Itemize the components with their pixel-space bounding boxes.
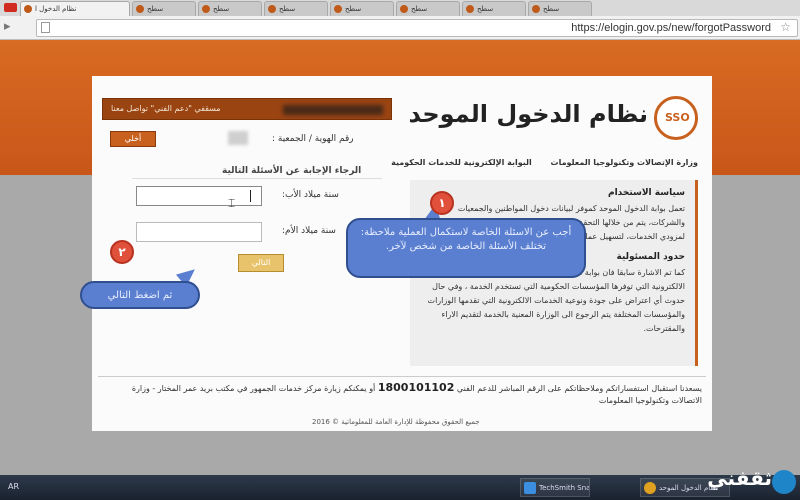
taskbar-item-snagit[interactable]: TechSmith Snagit [520, 478, 590, 497]
address-bar-area: ▸ https://elogin.gov.ps/new/forgotPasswo… [0, 16, 800, 40]
next-button[interactable]: التالي [238, 254, 284, 272]
tab[interactable]: سطح [330, 1, 394, 16]
ibeam-cursor-icon: ⌶ [228, 196, 236, 210]
favicon-icon [400, 5, 408, 13]
father-birth-year-input[interactable] [136, 186, 262, 206]
callout-next-step: ثم اضغط التالي [80, 281, 200, 309]
tab[interactable]: سطح [528, 1, 592, 16]
youtube-icon[interactable] [4, 3, 17, 12]
support-bar[interactable]: مسقفي "دعم الفني" تواصل معنا [102, 98, 392, 120]
watermark-logo: ثقفني [707, 466, 772, 490]
tab-label: سطح [345, 5, 362, 13]
logo-text: SSO [665, 111, 690, 124]
tab-label: سطح [543, 5, 560, 13]
id-action-button[interactable]: أخلي [110, 131, 156, 147]
favicon-icon [334, 5, 342, 13]
language-indicator[interactable]: AR [8, 482, 19, 491]
nav-link-ministry[interactable]: وزارة الإتصالات وتكنولوجيا المعلومات [551, 158, 698, 167]
taskbar-item-label: TechSmith Snagit [539, 484, 590, 492]
taskbar: AR TechSmith Snagit نظام الدخول الموحد [0, 475, 800, 500]
top-nav: وزارة الإتصالات وتكنولوجيا المعلومات الب… [375, 158, 698, 167]
tab-label: سطح [147, 5, 164, 13]
favicon-icon [268, 5, 276, 13]
footer-contact: يسعدنا استقبال استفساراتكم وملاحظاتكم عل… [102, 382, 702, 407]
tab-label: نظام الدخول ا [35, 5, 77, 13]
chrome-icon [644, 482, 656, 494]
footer-text-a: يسعدنا استقبال استفساراتكم وملاحظاتكم عل… [456, 384, 702, 393]
tab-label: سطح [213, 5, 230, 13]
address-bar[interactable]: https://elogin.gov.ps/new/forgotPassword… [36, 19, 798, 37]
bookmark-star-icon[interactable]: ☆ [780, 20, 791, 34]
favicon-icon [466, 5, 474, 13]
favicon-icon [136, 5, 144, 13]
tab-label: سطح [279, 5, 296, 13]
browser-tabstrip: نظام الدخول ا سطح سطح سطح سطح سطح سطح سط… [0, 0, 800, 16]
tab[interactable]: سطح [396, 1, 460, 16]
step-number-1: ١ [430, 191, 454, 215]
tab-active[interactable]: نظام الدخول ا [20, 1, 130, 16]
questions-title: الرجاء الإجابة عن الأسئلة التالية [222, 166, 362, 176]
favicon-icon [532, 5, 540, 13]
nav-link-portal[interactable]: البوابة الإلكترونية للخدمات الحكومية [391, 158, 532, 167]
url-text: https://elogin.gov.ps/new/forgotPassword [571, 22, 771, 34]
father-birth-year-label: سنة ميلاد الأب: [282, 190, 339, 200]
watermark-icon [772, 470, 796, 494]
step-number-2: ٢ [110, 240, 134, 264]
site-favicon-icon [24, 5, 32, 13]
favicon-icon [202, 5, 210, 13]
forward-icon[interactable]: ▸ [4, 19, 11, 34]
snagit-icon [524, 482, 536, 494]
tab[interactable]: سطح [132, 1, 196, 16]
callout-instruction: أجب عن الاسئلة الخاصة لاستكمال العملية م… [346, 218, 586, 278]
tab[interactable]: سطح [462, 1, 526, 16]
tab-label: سطح [411, 5, 428, 13]
tab[interactable]: سطح [264, 1, 328, 16]
page-icon [41, 22, 50, 33]
tab[interactable]: سطح [198, 1, 262, 16]
mother-birth-year-input[interactable] [136, 222, 262, 242]
text-caret [250, 190, 251, 202]
id-label: رقم الهوية / الجمعية : [272, 134, 354, 144]
redacted-name [283, 105, 383, 115]
tab-label: سطح [477, 5, 494, 13]
divider [132, 178, 382, 179]
sso-logo: SSO [654, 96, 698, 140]
mother-birth-year-label: سنة ميلاد الأم: [282, 226, 336, 236]
site-title: نظام الدخول الموحد [408, 100, 648, 128]
redacted-id [228, 131, 248, 145]
support-phone: 1800101102 [377, 381, 455, 394]
footer-divider [98, 376, 706, 377]
support-text: مسقفي "دعم الفني" تواصل معنا [111, 104, 221, 113]
copyright: جميع الحقوق محفوظة للإدارة العامة للمعلو… [312, 418, 480, 426]
